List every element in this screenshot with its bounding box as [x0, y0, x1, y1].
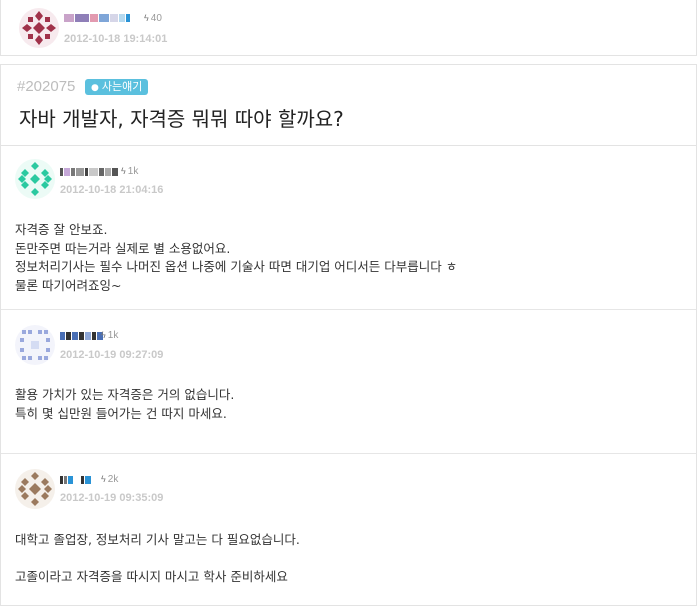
answer-nickname[interactable]: [60, 476, 92, 484]
question-date: 2012-10-18 19:14:01: [64, 33, 168, 45]
answer-nickname[interactable]: [60, 332, 104, 340]
answer-date: 2012-10-18 21:04:16: [60, 184, 164, 196]
answer-score: ϟ 1k: [121, 166, 139, 177]
bolt-icon: ϟ: [101, 330, 106, 340]
author-avatar[interactable]: [19, 8, 59, 48]
question-title: 자바 개발자, 자격증 뭐뭐 따야 할까요?: [19, 107, 344, 131]
comment-icon: ●: [91, 83, 99, 93]
answer-content: 대학고 졸업장, 정보처리 기사 말고는 다 필요없습니다. 고졸이라고 자격증…: [15, 532, 300, 584]
answer-content: 활용 가치가 있는 자격증은 거의 없습니다. 특히 몇 십만원 들어가는 건 …: [15, 387, 235, 421]
post-id[interactable]: #202075: [17, 78, 75, 95]
bolt-icon: ϟ: [101, 474, 106, 484]
bolt-icon: ϟ: [144, 13, 149, 23]
answer-avatar[interactable]: [15, 325, 55, 365]
answer-date: 2012-10-19 09:35:09: [60, 492, 164, 504]
category-tag[interactable]: ● 사는얘기: [85, 79, 149, 95]
answer-date: 2012-10-19 09:27:09: [60, 349, 164, 361]
answer-avatar[interactable]: [15, 159, 55, 199]
answer-score: ϟ 1k: [101, 330, 119, 341]
author-nickname[interactable]: [64, 14, 131, 22]
divider: [1, 453, 696, 454]
answer-avatar[interactable]: [15, 469, 55, 509]
question-title-panel: #202075 ● 사는얘기 자바 개발자, 자격증 뭐뭐 따야 할까요?: [0, 64, 697, 146]
answer-score: ϟ 2k: [101, 474, 119, 485]
question-author-panel: ϟ 40 2012-10-18 19:14:01: [0, 0, 697, 56]
answer-nickname[interactable]: [60, 168, 119, 176]
answer-content: 자격증 잘 안보죠. 돈만주면 따는거라 실제로 별 소용없어요. 정보처리기사…: [15, 222, 458, 293]
author-score: ϟ 40: [144, 13, 162, 24]
bolt-icon: ϟ: [121, 166, 126, 176]
answers-list: ϟ 1k 2012-10-18 21:04:16 자격증 잘 안보죠. 돈만주면 …: [0, 146, 697, 606]
divider: [1, 309, 696, 310]
